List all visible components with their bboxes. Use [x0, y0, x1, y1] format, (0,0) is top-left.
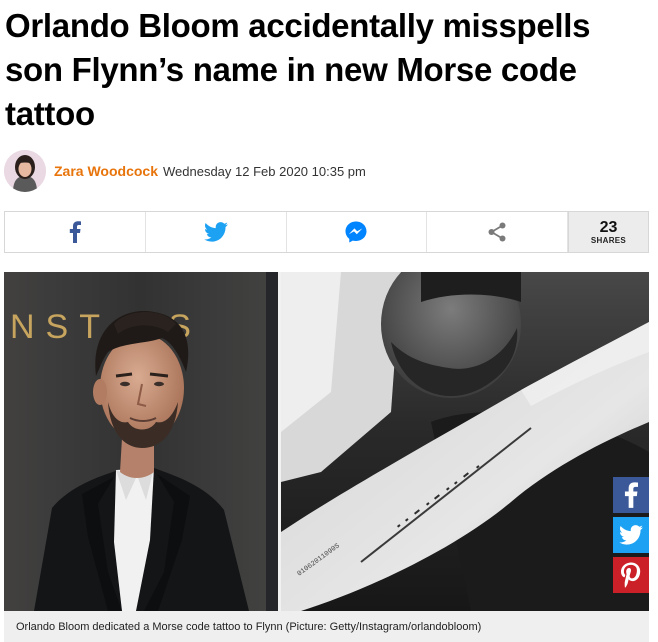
image-caption: Orlando Bloom dedicated a Morse code tat…: [4, 611, 649, 642]
share-count: 23: [599, 219, 618, 236]
messenger-icon: [345, 221, 367, 243]
orlando-bloom-photo: NST OS: [4, 272, 278, 611]
share-count-box: 23 SHARES: [568, 212, 648, 252]
headline-line-1: Orlando Bloom accidentally misspells: [5, 7, 591, 44]
facebook-share-button[interactable]: [5, 212, 146, 252]
floating-share-bar: [613, 477, 649, 597]
share-bar: 23 SHARES: [4, 211, 649, 253]
tattoo-photo: 01062011090S: [281, 272, 649, 611]
more-share-button[interactable]: [427, 212, 568, 252]
article-headline: Orlando Bloom accidentally misspells son…: [5, 4, 650, 136]
twitter-share-button[interactable]: [146, 212, 287, 252]
messenger-share-button[interactable]: [287, 212, 428, 252]
floating-pinterest-button[interactable]: [613, 557, 649, 593]
facebook-icon: [69, 221, 81, 243]
headline-line-2: son Flynn’s name in new Morse code: [5, 51, 577, 88]
facebook-icon: [624, 482, 638, 508]
twitter-icon: [619, 525, 643, 545]
byline: Zara Woodcock Wednesday 12 Feb 2020 10:3…: [4, 149, 644, 193]
pinterest-icon: [621, 562, 641, 588]
headline-line-3: tattoo: [5, 95, 95, 132]
caption-text: Orlando Bloom dedicated a Morse code tat…: [16, 620, 482, 633]
twitter-icon: [203, 222, 228, 242]
author-name-link[interactable]: Zara Woodcock: [54, 163, 158, 179]
author-avatar[interactable]: [4, 150, 46, 192]
floating-twitter-button[interactable]: [613, 517, 649, 553]
share-count-label: SHARES: [590, 236, 627, 245]
share-icon: [488, 222, 506, 242]
publish-date: Wednesday 12 Feb 2020 10:35 pm: [163, 163, 366, 179]
floating-facebook-button[interactable]: [613, 477, 649, 513]
hero-image: NST OS 01062011090S: [4, 272, 649, 611]
